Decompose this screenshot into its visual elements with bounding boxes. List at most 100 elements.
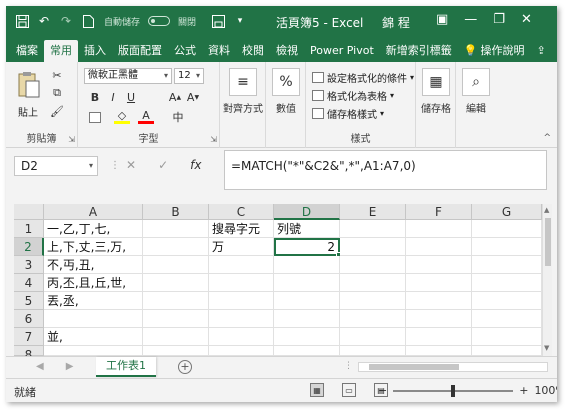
cell-c7[interactable] <box>209 328 274 346</box>
number-group[interactable]: % 數值 <box>266 62 306 148</box>
tab-formulas[interactable]: 公式 <box>168 40 202 62</box>
cell-d8[interactable] <box>274 346 340 356</box>
tab-power-pivot[interactable]: Power Pivot <box>304 40 380 62</box>
cell-b7[interactable] <box>143 328 209 346</box>
alignment-group[interactable]: ≡ 對齊方式 <box>220 62 266 148</box>
font-size-select[interactable]: 12 ▾ <box>174 68 204 84</box>
cell-b6[interactable] <box>143 310 209 328</box>
cell-f5[interactable] <box>406 292 472 310</box>
increase-font-icon[interactable]: A ▲ <box>168 90 182 104</box>
zoom-in-icon[interactable]: + <box>519 384 528 397</box>
italic-icon[interactable]: I <box>106 90 120 104</box>
tab-review[interactable]: 校閱 <box>236 40 270 62</box>
close-icon[interactable]: ✕ <box>521 12 532 27</box>
row-header-5[interactable]: 5 <box>14 292 44 310</box>
sheet-tab-active[interactable]: 工作表1 <box>96 357 156 377</box>
enter-icon[interactable]: ✓ <box>158 158 168 172</box>
cell-c1[interactable]: 搜尋字元 <box>209 220 274 238</box>
tell-me[interactable]: 💡 操作說明 <box>458 40 531 62</box>
row-header-7[interactable]: 7 <box>14 328 44 346</box>
phonetic-icon[interactable]: 中 <box>170 110 186 124</box>
cell-c2[interactable]: 万 <box>209 238 274 256</box>
borders-icon[interactable] <box>88 110 102 124</box>
insert-function-icon[interactable]: fx <box>190 158 201 172</box>
collapse-ribbon-icon[interactable]: ^ <box>543 133 551 143</box>
row-header-1[interactable]: 1 <box>14 220 44 238</box>
column-header-c[interactable]: C <box>209 204 274 220</box>
cell-a6[interactable] <box>44 310 143 328</box>
autosave-toggle[interactable] <box>148 16 171 26</box>
cells-button[interactable]: ▦ 儲存格 <box>420 68 452 115</box>
zoom-level[interactable]: 100% <box>534 384 557 397</box>
tab-view[interactable]: 檢視 <box>270 40 304 62</box>
horizontal-scroll-thumb[interactable] <box>369 364 459 370</box>
cell-a5[interactable]: 丟,丞, <box>44 292 143 310</box>
cell-g2[interactable] <box>472 238 542 256</box>
cell-c6[interactable] <box>209 310 274 328</box>
tab-custom[interactable]: 新增索引標籤 <box>380 40 458 62</box>
font-launcher-icon[interactable]: ⇲ <box>210 135 217 144</box>
cell-e1[interactable] <box>340 220 406 238</box>
cell-c4[interactable] <box>209 274 274 292</box>
cell-d3[interactable] <box>274 256 340 274</box>
cell-e2[interactable] <box>340 238 406 256</box>
column-header-a[interactable]: A <box>44 204 143 220</box>
scroll-up-icon[interactable]: ▲ <box>544 206 549 214</box>
ribbon-display-icon[interactable]: ▣ <box>436 12 448 27</box>
cell-g3[interactable] <box>472 256 542 274</box>
tab-page-layout[interactable]: 版面配置 <box>112 40 168 62</box>
formula-input[interactable]: =MATCH("*"&C2&",*",A1:A7,0) <box>224 150 547 190</box>
paste-button[interactable]: 貼上 <box>18 104 38 119</box>
cell-a1[interactable]: 一,乙,丁,七, <box>44 220 143 238</box>
save-as-icon[interactable] <box>210 13 226 29</box>
cell-e8[interactable] <box>340 346 406 356</box>
page-layout-view-icon[interactable]: ▭ <box>342 383 356 397</box>
minimize-icon[interactable]: — <box>464 12 477 27</box>
cell-b5[interactable] <box>143 292 209 310</box>
vertical-scrollbar[interactable]: ▲ ▼ <box>542 204 552 356</box>
horizontal-scrollbar[interactable] <box>358 362 548 372</box>
cell-c5[interactable] <box>209 292 274 310</box>
cell-d7[interactable] <box>274 328 340 346</box>
cell-e6[interactable] <box>340 310 406 328</box>
redo-icon[interactable]: ↷ <box>58 13 74 29</box>
row-header-3[interactable]: 3 <box>14 256 44 274</box>
tab-data[interactable]: 資料 <box>202 40 236 62</box>
cell-f6[interactable] <box>406 310 472 328</box>
format-painter-icon[interactable]: 🖌 <box>50 104 64 118</box>
cell-b8[interactable] <box>143 346 209 356</box>
cell-a4[interactable]: 丙,丕,且,丘,世, <box>44 274 143 292</box>
share-icon[interactable]: ⇪ <box>530 40 551 62</box>
column-header-e[interactable]: E <box>340 204 406 220</box>
cell-f1[interactable] <box>406 220 472 238</box>
editing-button[interactable]: ⌕ 編輯 <box>460 68 492 115</box>
cell-f8[interactable] <box>406 346 472 356</box>
number-button[interactable]: % 數值 <box>270 68 302 115</box>
zoom-slider-knob[interactable] <box>451 384 456 397</box>
tab-split-handle-icon[interactable]: ⋮ <box>344 361 353 371</box>
cell-g5[interactable] <box>472 292 542 310</box>
cell-g6[interactable] <box>472 310 542 328</box>
cell-b3[interactable] <box>143 256 209 274</box>
cell-f3[interactable] <box>406 256 472 274</box>
row-header-6[interactable]: 6 <box>14 310 44 328</box>
cell-styles-button[interactable]: 儲存格樣式 ▾ <box>312 106 384 121</box>
row-header-8[interactable]: 8 <box>14 346 44 362</box>
add-sheet-icon[interactable]: + <box>178 360 192 374</box>
new-document-icon[interactable] <box>80 13 96 29</box>
paste-icon[interactable] <box>16 70 42 100</box>
cell-e4[interactable] <box>340 274 406 292</box>
tab-insert[interactable]: 插入 <box>78 40 112 62</box>
fill-color-icon[interactable]: ◇ <box>114 109 130 124</box>
cell-f2[interactable] <box>406 238 472 256</box>
cells-group[interactable]: ▦ 儲存格 <box>416 62 456 148</box>
cell-g8[interactable] <box>472 346 542 356</box>
save-icon[interactable] <box>14 13 30 29</box>
cell-a3[interactable]: 不,丏,丑, <box>44 256 143 274</box>
font-name-select[interactable]: 微軟正黑體 ▾ <box>84 68 172 84</box>
conditional-formatting-button[interactable]: 設定格式化的條件 ▾ <box>312 70 414 85</box>
cell-a7[interactable]: 並, <box>44 328 143 346</box>
next-sheet-icon[interactable]: ▶ <box>66 361 74 372</box>
select-all-corner[interactable] <box>14 204 44 220</box>
column-header-g[interactable]: G <box>472 204 542 220</box>
